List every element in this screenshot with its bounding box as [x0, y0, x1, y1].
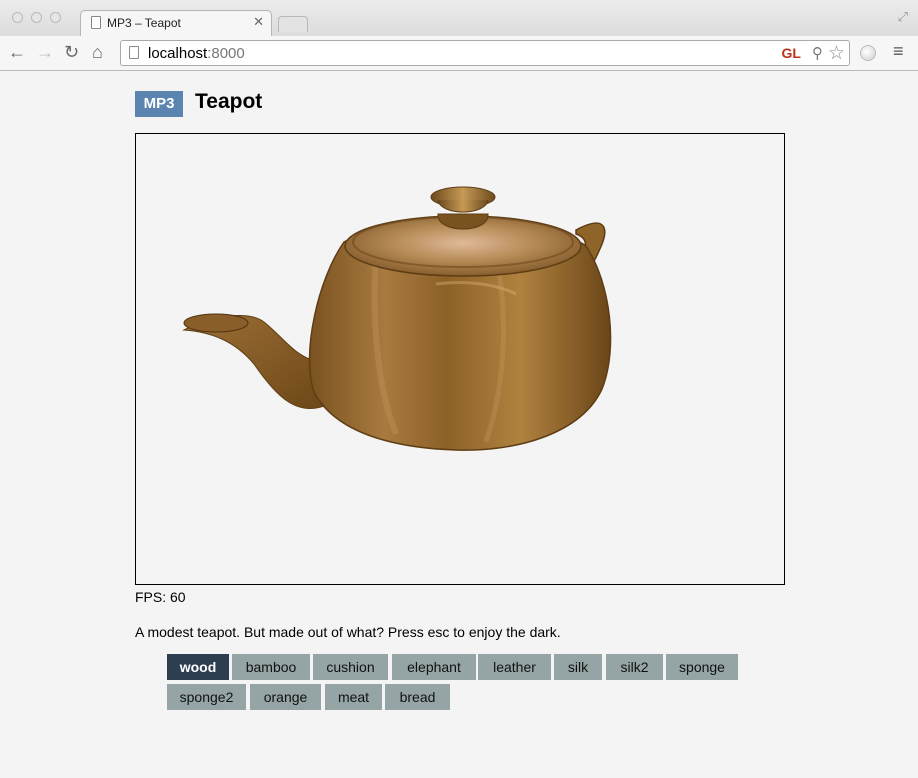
browser-titlebar: MP3 – Teapot ✕ ⤢: [0, 0, 918, 36]
address-bar[interactable]: localhost:8000 GL ⚲ ☆: [120, 40, 850, 66]
browser-toolbar: ← → ↻ ⌂ localhost:8000 GL ⚲ ☆ ≡: [0, 36, 918, 71]
material-button-wood[interactable]: wood: [167, 654, 229, 680]
forward-arrow-icon[interactable]: →: [36, 42, 54, 62]
menu-icon[interactable]: ≡: [893, 41, 904, 62]
bookmark-star-icon[interactable]: ☆: [828, 42, 845, 65]
tab-title: MP3 – Teapot: [107, 16, 181, 30]
back-arrow-icon[interactable]: ←: [8, 42, 26, 62]
material-button-meat[interactable]: meat: [325, 684, 382, 710]
webgl-canvas[interactable]: [135, 133, 785, 585]
material-button-silk2[interactable]: silk2: [606, 654, 663, 680]
minimize-window-button[interactable]: [31, 12, 42, 23]
home-icon[interactable]: ⌂: [92, 42, 103, 62]
mp3-badge: MP3: [135, 91, 183, 117]
fullscreen-icon[interactable]: ⤢: [898, 9, 908, 25]
material-button-orange[interactable]: orange: [250, 684, 321, 710]
webgl-extension-icon[interactable]: GL: [782, 45, 801, 61]
close-window-button[interactable]: [12, 12, 23, 23]
close-tab-icon[interactable]: ✕: [253, 14, 264, 30]
zoom-icon[interactable]: ⚲: [812, 44, 823, 62]
new-tab-button[interactable]: [278, 16, 308, 32]
page-title: Teapot: [195, 90, 263, 113]
material-button-bread[interactable]: bread: [385, 684, 450, 710]
url-text[interactable]: localhost:8000: [148, 45, 245, 62]
material-button-cushion[interactable]: cushion: [313, 654, 388, 680]
reload-icon[interactable]: ↻: [64, 42, 79, 62]
page-icon: [91, 16, 101, 29]
page-icon: [129, 46, 139, 59]
material-button-sponge[interactable]: sponge: [666, 654, 738, 680]
material-button-leather[interactable]: leather: [478, 654, 551, 680]
material-button-silk[interactable]: silk: [554, 654, 602, 680]
description-text: A modest teapot. But made out of what? P…: [135, 624, 561, 640]
extension-icon[interactable]: [860, 45, 876, 61]
material-button-elephant[interactable]: elephant: [392, 654, 476, 680]
material-button-sponge2[interactable]: sponge2: [167, 684, 246, 710]
browser-tab[interactable]: MP3 – Teapot ✕: [80, 10, 272, 36]
material-button-bamboo[interactable]: bamboo: [232, 654, 310, 680]
teapot-render: [182, 186, 612, 451]
maximize-window-button[interactable]: [50, 12, 61, 23]
fps-counter: FPS: 60: [135, 589, 186, 605]
